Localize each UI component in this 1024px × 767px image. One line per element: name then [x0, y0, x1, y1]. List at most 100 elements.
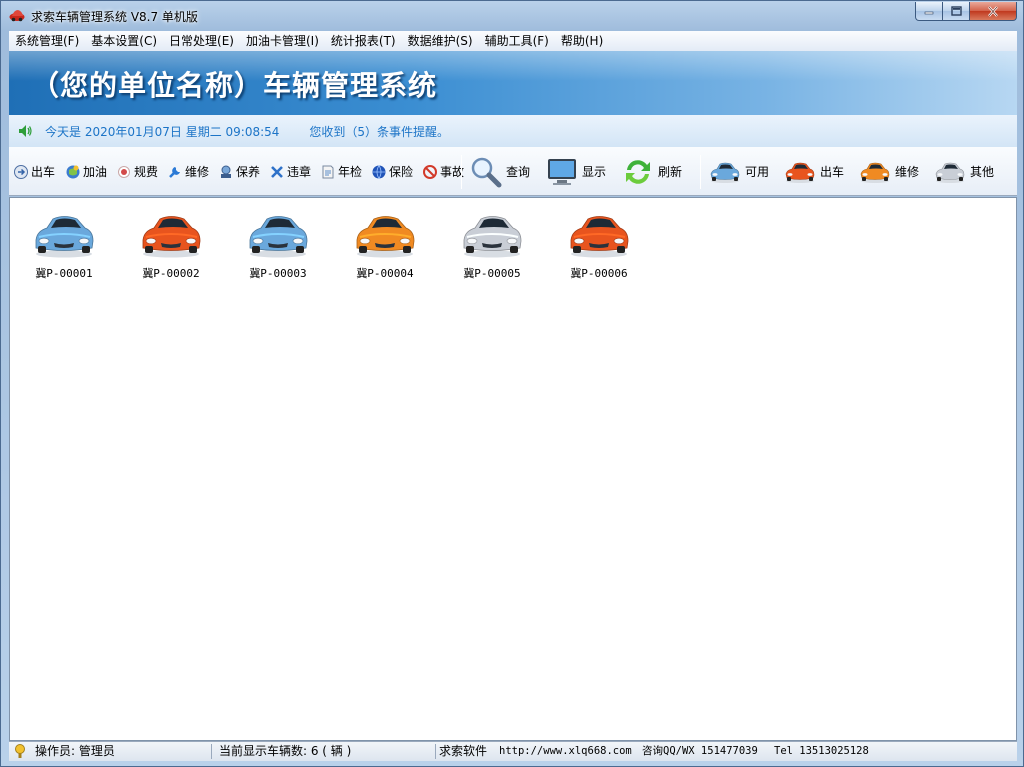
vehicle-item[interactable]: 冀P-00002 [131, 210, 211, 286]
vehicle-item[interactable]: 冀P-00006 [559, 210, 639, 286]
banner: （您的单位名称）车辆管理系统 [9, 51, 1017, 115]
toolbar: 出车 加油 规费 维修 保养 违章 年检 保险 事故 查询 显示 刷新 可用 出… [9, 147, 1017, 196]
legend-label: 出车 [820, 165, 845, 179]
car-icon [142, 216, 201, 258]
toolbar-repair-button[interactable]: 维修 [167, 147, 209, 196]
car-repair-status-icon [860, 162, 890, 183]
car-icon [249, 216, 308, 258]
info-bar: 今天是 2020年01月07日 星期二 09:08:54 您收到（5）条事件提醒… [9, 115, 1017, 147]
toolbar-refresh-button[interactable]: 刷新 [621, 147, 682, 196]
user-key-icon [15, 744, 25, 758]
magnifier-icon [471, 157, 502, 187]
minimize-icon [924, 11, 934, 15]
vehicle-plate: 冀P-00006 [570, 267, 628, 280]
car-icon [570, 216, 629, 258]
vehicle-item[interactable]: 冀P-00001 [24, 210, 104, 286]
vehicle-item[interactable]: 冀P-00004 [345, 210, 425, 286]
menu-tools[interactable]: 辅助工具(F) [479, 31, 555, 51]
toolbar-fuel-button[interactable]: 加油 [65, 147, 107, 196]
toolbar-display-button[interactable]: 显示 [545, 147, 606, 196]
toolbar-query-button[interactable]: 查询 [469, 147, 530, 196]
toolbar-separator [700, 155, 701, 189]
vehicle-plate: 冀P-00001 [35, 267, 93, 280]
maximize-icon [950, 6, 962, 16]
legend-label: 可用 [745, 165, 770, 179]
toolbar-label: 规费 [134, 165, 159, 179]
toolbar-label: 显示 [582, 165, 607, 179]
legend-available-button[interactable]: 可用 [709, 147, 769, 196]
menu-fuel-card[interactable]: 加油卡管理(I) [240, 31, 325, 51]
menu-reports[interactable]: 统计报表(T) [325, 31, 402, 51]
vehicle-item[interactable]: 冀P-00003 [238, 210, 318, 286]
vendor-url[interactable]: http://www.xlq668.com [499, 742, 632, 761]
car-other-status-icon [935, 162, 965, 183]
toolbar-label: 查询 [506, 165, 531, 179]
toolbar-maintenance-button[interactable]: 保养 [218, 147, 260, 196]
contact-qq: 咨询QQ/WX 151477039 [642, 745, 758, 757]
status-separator [211, 744, 212, 759]
refresh-icon [626, 159, 650, 184]
toolbar-label: 保险 [389, 165, 414, 179]
app-car-icon [9, 10, 25, 22]
status-separator [435, 744, 436, 759]
legend-other-button[interactable]: 其他 [934, 147, 994, 196]
minimize-button[interactable] [915, 2, 943, 21]
menu-help[interactable]: 帮助(H) [555, 31, 609, 51]
toolbar-inspection-button[interactable]: 年检 [320, 147, 362, 196]
insurance-icon [372, 164, 386, 179]
wrench-icon [169, 166, 180, 178]
title-bar[interactable]: 求索车辆管理系统 V8.7 单机版 [1, 1, 1023, 31]
inspection-icon [322, 165, 334, 178]
violation-icon [271, 165, 283, 178]
fuel-icon [66, 165, 80, 178]
close-icon [988, 5, 998, 17]
menu-data-maintenance[interactable]: 数据维护(S) [402, 31, 479, 51]
toolbar-separator [461, 155, 462, 189]
toolbar-fee-button[interactable]: 规费 [116, 147, 158, 196]
app-window: 求索车辆管理系统 V8.7 单机版 系统管理(F) 基本设置(C) 日常处理(E… [0, 0, 1024, 767]
toolbar-label: 维修 [185, 165, 210, 179]
toolbar-insurance-button[interactable]: 保险 [371, 147, 413, 196]
operator-status: 操作员: 管理员 [35, 744, 115, 758]
event-alert-link[interactable]: 您收到（5）条事件提醒。 [309, 123, 449, 140]
toolbar-accident-button[interactable]: 事故 [422, 147, 464, 196]
window-title: 求索车辆管理系统 V8.7 单机版 [31, 10, 198, 24]
maintenance-icon [221, 165, 231, 178]
maximize-button[interactable] [943, 2, 970, 21]
toolbar-label: 刷新 [658, 165, 683, 179]
legend-label: 维修 [895, 165, 920, 179]
car-out-status-icon [785, 162, 815, 183]
car-out-icon [14, 164, 28, 179]
menu-daily[interactable]: 日常处理(E) [163, 31, 240, 51]
menu-system[interactable]: 系统管理(F) [9, 31, 85, 51]
legend-repair-button[interactable]: 维修 [859, 147, 919, 196]
menu-bar: 系统管理(F) 基本设置(C) 日常处理(E) 加油卡管理(I) 统计报表(T)… [9, 31, 1017, 51]
menu-basic-settings[interactable]: 基本设置(C) [85, 31, 163, 51]
vehicle-plate: 冀P-00002 [142, 267, 200, 280]
toolbar-violation-button[interactable]: 违章 [269, 147, 311, 196]
vehicle-item[interactable]: 冀P-00005 [452, 210, 532, 286]
monitor-icon [548, 158, 576, 185]
vehicle-plate: 冀P-00004 [356, 267, 414, 280]
speaker-icon [19, 125, 32, 137]
car-icon [35, 216, 94, 258]
toolbar-label: 年检 [338, 165, 363, 179]
vehicle-plate: 冀P-00005 [463, 267, 521, 280]
legend-label: 其他 [970, 165, 995, 179]
legend-out-button[interactable]: 出车 [784, 147, 844, 196]
banner-title: （您的单位名称）车辆管理系统 [31, 69, 438, 102]
car-icon [356, 216, 415, 258]
fee-icon [118, 165, 130, 178]
current-datetime: 今天是 2020年01月07日 星期二 09:08:54 [45, 124, 280, 139]
car-icon [463, 216, 522, 258]
toolbar-car-out-button[interactable]: 出车 [13, 147, 55, 196]
vehicle-count-status: 当前显示车辆数: 6 ( 辆 ) [219, 744, 352, 758]
vehicle-plate: 冀P-00003 [249, 267, 307, 280]
toolbar-label: 保养 [236, 165, 261, 179]
status-bar: 操作员: 管理员 当前显示车辆数: 6 ( 辆 ) 求索软件 http://ww… [9, 741, 1017, 761]
toolbar-label: 违章 [287, 165, 312, 179]
accident-icon [423, 164, 437, 179]
toolbar-label: 加油 [83, 165, 108, 179]
close-button[interactable] [970, 2, 1017, 21]
vendor-name: 求索软件 [439, 744, 488, 758]
